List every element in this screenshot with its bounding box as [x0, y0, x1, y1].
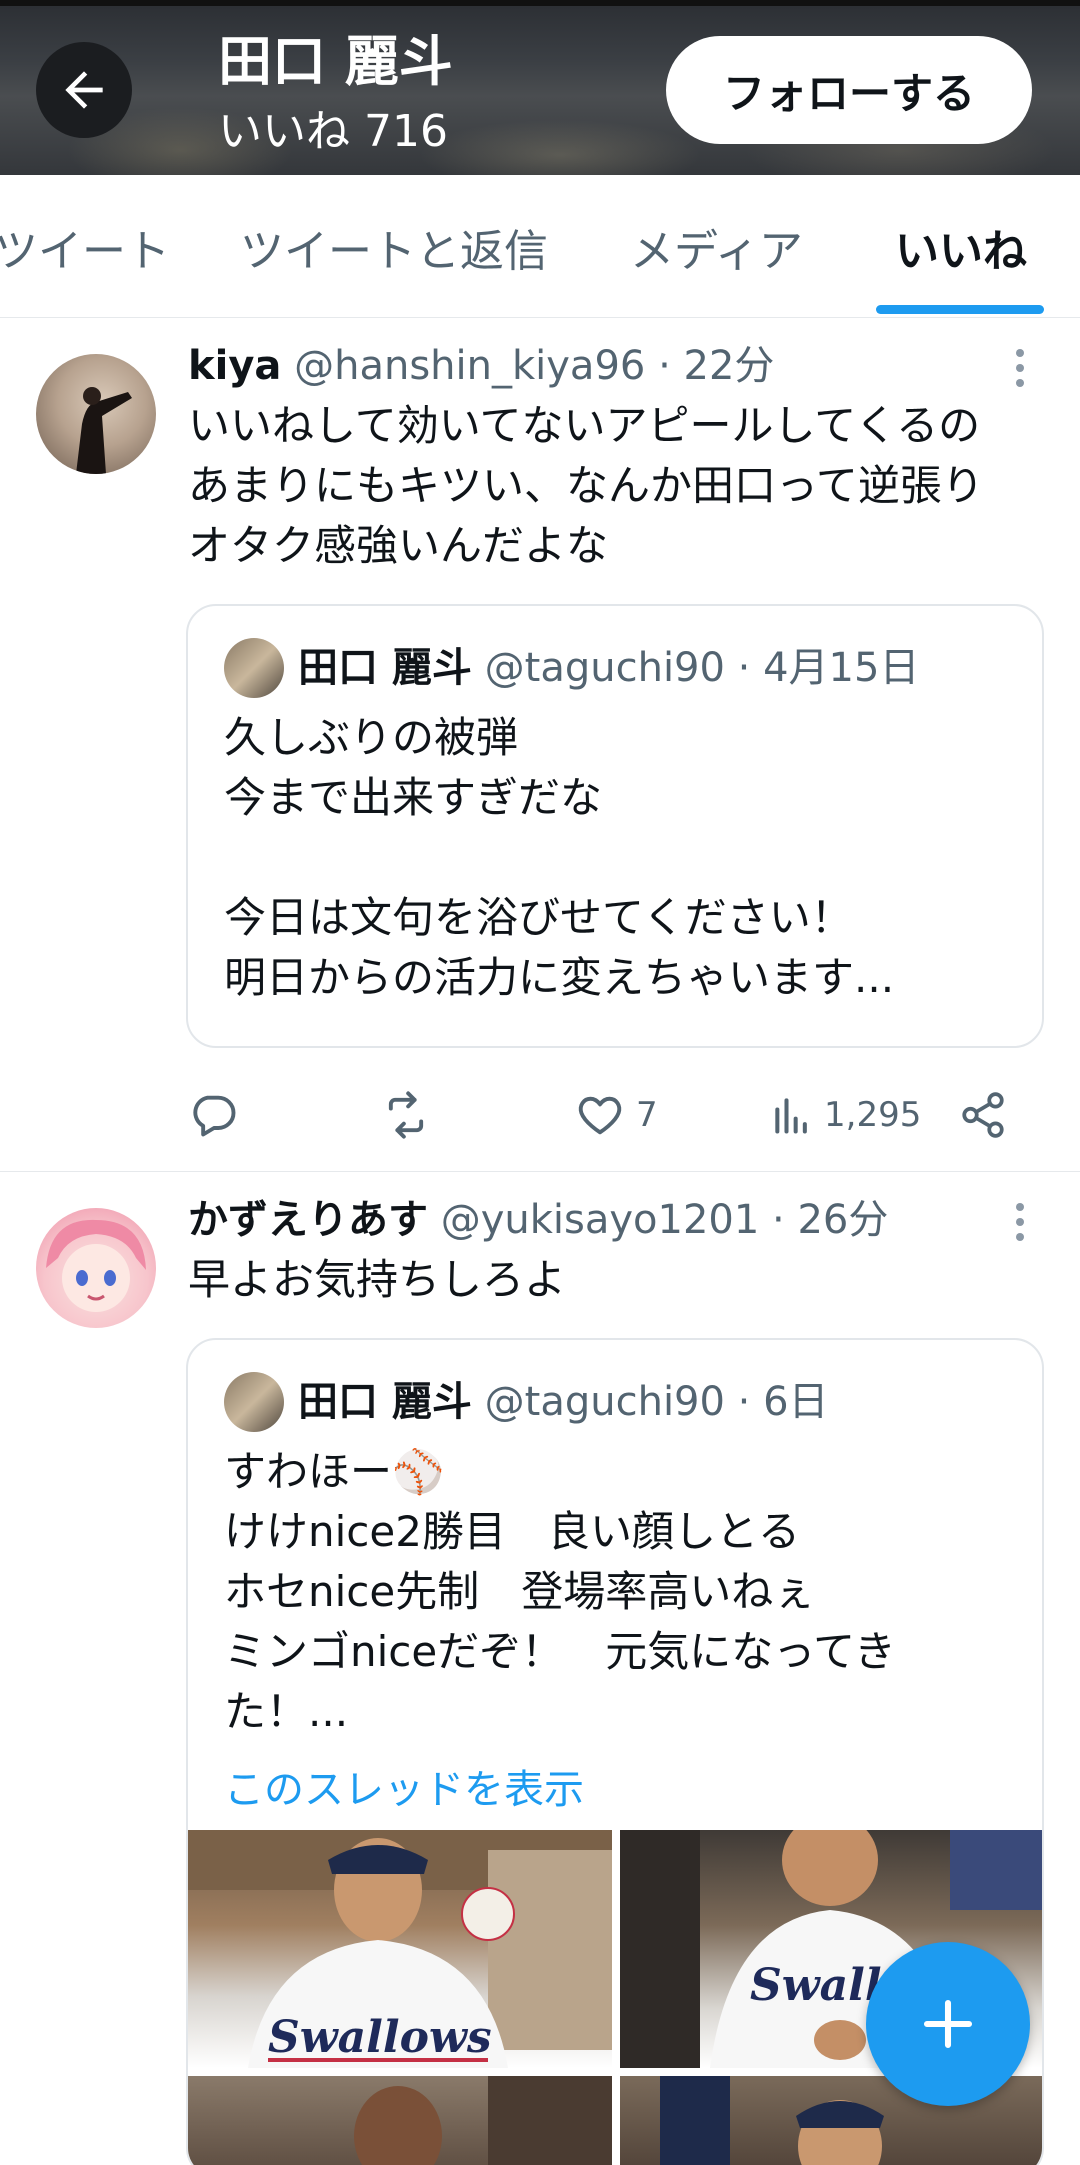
quoted-tweet[interactable]: 田口 麗斗 @taguchi90 · 4月15日 久しぶりの被弾 今まで出来すぎ…	[186, 604, 1044, 1048]
views-chart-icon	[775, 1098, 807, 1134]
avatar[interactable]	[36, 1208, 156, 1328]
share-button[interactable]	[958, 1080, 1008, 1150]
back-button[interactable]	[36, 42, 132, 138]
retweet-icon	[388, 1091, 424, 1139]
quoted-tweet-time: · 6日	[737, 1379, 829, 1425]
player-photo-image	[354, 2076, 612, 2165]
tweet-header: kiya @hanshin_kiya96 · 22分	[188, 336, 774, 396]
more-options-icon[interactable]	[1002, 1192, 1038, 1252]
quoted-tweet-header: 田口 麗斗 @taguchi90 · 4月15日	[298, 638, 919, 698]
tab-tweets[interactable]: ツイート	[0, 175, 170, 318]
quoted-author-avatar	[224, 638, 284, 698]
show-thread-link[interactable]: このスレッドを表示	[224, 1760, 584, 1820]
tweet-header: かずえりあす @yukisayo1201 · 26分	[188, 1190, 888, 1250]
quoted-author-handle: @taguchi90	[484, 645, 725, 691]
quoted-tweet-text: 久しぶりの被弾 今まで出来すぎだな 今日は文句を浴びせてください！ 明日からの活…	[224, 713, 895, 1002]
author-name[interactable]: kiya	[188, 343, 281, 389]
tab-media[interactable]: メディア	[630, 175, 803, 318]
tweet-actions: 7 1,295	[188, 1080, 1018, 1150]
tweet-text: 早よお気持ちしろよ	[188, 1255, 567, 1304]
svg-text:Swall: Swall	[750, 1960, 882, 2011]
views-count: 1,295	[824, 1095, 922, 1135]
tweet-photo[interactable]: Swallows	[188, 1830, 612, 2068]
tweet-text: いいねして効いてないアピールしてくるの あまりにもキツい、なんか田口って逆張り …	[188, 401, 984, 570]
active-tab-indicator	[876, 305, 1044, 314]
avatar-figure-icon	[76, 387, 132, 474]
profile-tabs: ツイート ツイートと返信 メディア いいね	[0, 175, 1080, 318]
retweet-button[interactable]	[378, 1080, 444, 1150]
share-icon	[962, 1092, 1004, 1138]
tab-tweets-and-replies[interactable]: ツイートと返信	[240, 175, 548, 318]
author-handle: @hanshin_kiya96	[294, 343, 646, 389]
quoted-author-name: 田口 麗斗	[298, 645, 472, 691]
tweet-photo[interactable]	[188, 2076, 612, 2165]
compose-tweet-button[interactable]	[866, 1942, 1030, 2106]
plus-icon	[923, 1999, 973, 2049]
more-options-icon[interactable]	[1002, 338, 1038, 398]
avatar[interactable]	[36, 354, 156, 474]
author-handle: @yukisayo1201	[440, 1197, 760, 1243]
tab-likes[interactable]: いいね	[895, 175, 1027, 318]
like-button[interactable]: 7	[574, 1080, 658, 1150]
reply-button[interactable]	[188, 1080, 250, 1150]
like-count: 7	[636, 1095, 658, 1135]
tweet-time: · 22分	[658, 343, 775, 389]
quoted-author-avatar	[224, 1372, 284, 1432]
quoted-tweet-header: 田口 麗斗 @taguchi90 · 6日	[298, 1372, 829, 1432]
profile-name: 田口 麗斗	[218, 30, 453, 93]
quoted-author-name: 田口 麗斗	[298, 1379, 472, 1425]
author-name[interactable]: かずえりあす	[188, 1197, 428, 1243]
svg-text:Swallows: Swallows	[268, 2012, 492, 2063]
avatar-anime-icon	[46, 1219, 146, 1312]
quoted-author-handle: @taguchi90	[484, 1379, 725, 1425]
tweet-time: · 26分	[772, 1197, 889, 1243]
player-photo-image: Swallows	[188, 1830, 612, 2068]
quoted-tweet-time: · 4月15日	[737, 645, 920, 691]
tweet[interactable]: kiya @hanshin_kiya96 · 22分 いいねして効いてないアピー…	[0, 318, 1080, 1172]
profile-header: 田口 麗斗 いいね 716 フォローする	[0, 0, 1080, 175]
likes-count: いいね 716	[218, 106, 448, 157]
heart-icon	[578, 1096, 622, 1135]
reply-icon	[193, 1095, 236, 1137]
views-button[interactable]: 1,295	[770, 1080, 921, 1150]
follow-button[interactable]: フォローする	[666, 36, 1032, 144]
arrow-left-icon	[65, 71, 103, 109]
quoted-tweet-text: すわほー⚾ けけnice2勝目 良い顔しとる ホセnice先制 登場率高いねぇ …	[224, 1447, 896, 1736]
